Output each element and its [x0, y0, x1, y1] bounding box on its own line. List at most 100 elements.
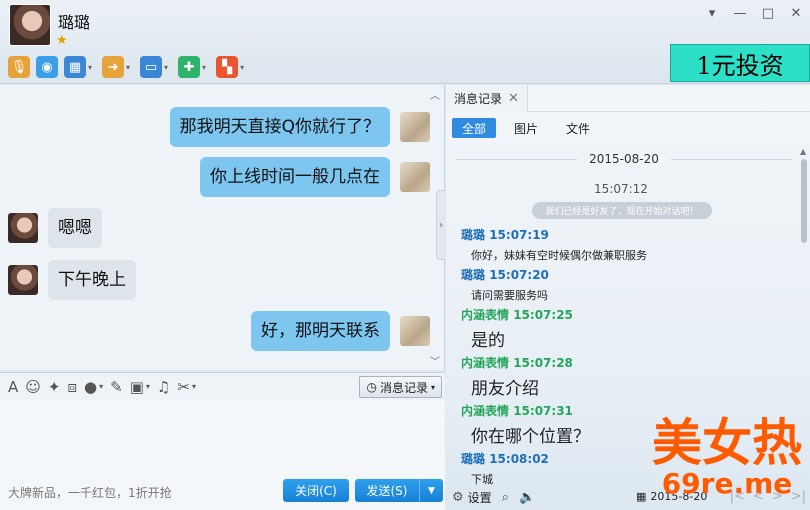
chevron-down-icon[interactable]: ▾ [126, 63, 130, 72]
system-message: 我们已经是好友了，现在开始对话吧！ [532, 202, 712, 219]
self-avatar[interactable] [400, 112, 430, 142]
tab-message-history[interactable]: 消息记录 ✕ [446, 85, 528, 112]
music-icon[interactable]: ♫ [157, 378, 170, 396]
screen-share-icon: ▭ [140, 56, 163, 78]
self-avatar[interactable] [400, 162, 430, 192]
tab-label: 消息记录 [454, 92, 503, 106]
voice-message-icon[interactable]: ● ▾ [84, 378, 103, 396]
history-entry: 内涵表情 15:07:25 是的 [461, 306, 573, 351]
send-button-label: 发送(S) [366, 484, 408, 498]
screen-share-button[interactable]: ▭ ▾ [140, 56, 172, 78]
sender-time: 15:07:19 [489, 228, 549, 242]
sender-time: 15:08:02 [489, 452, 549, 466]
sender-name: 璐璐 [461, 228, 486, 242]
chevron-down-icon[interactable]: ▾ [240, 63, 244, 72]
edit-icon[interactable]: ✎ [110, 378, 123, 396]
voice-call-button[interactable]: 🎙 [8, 56, 30, 78]
history-message: 是的 [471, 331, 505, 351]
magic-wand-icon[interactable]: ✦ [48, 378, 61, 396]
create-group-icon: ✚ [178, 56, 201, 78]
history-entry: 璐璐 15:07:19 你好，妹妹有空时候偶尔做兼职服务 [461, 226, 647, 263]
create-group-button[interactable]: ✚ ▾ [178, 56, 210, 78]
history-entry: 璐璐 15:07:20 请问需要服务吗 [461, 266, 549, 303]
message-input[interactable]: 大牌新品，一千红包，1折开抢 关闭(C) 发送(S) ▼ [0, 400, 445, 510]
video-call-icon: ◉ [36, 56, 58, 78]
contact-avatar-small[interactable] [8, 265, 38, 295]
app-center-button[interactable]: ▚ ▾ [216, 56, 248, 78]
dropdown-icon[interactable]: ▾ [704, 6, 720, 21]
scroll-thumb[interactable] [801, 159, 807, 243]
send-options-caret[interactable]: ▼ [419, 479, 443, 502]
contact-name[interactable]: 璐璐 [58, 9, 90, 33]
sender-name: 内涵表情 [461, 404, 510, 418]
history-message: 朋友介绍 [471, 379, 539, 399]
contact-avatar[interactable] [9, 4, 51, 46]
history-entry: 璐璐 15:08:02 下城 [461, 450, 549, 487]
window-controls: ▾ — □ ✕ [704, 6, 804, 21]
ad-banner[interactable]: 1元投资 [670, 44, 810, 82]
contact-avatar-small[interactable] [8, 213, 38, 243]
sender-name: 璐璐 [461, 268, 486, 282]
message-bubble[interactable]: 你上线时间一般几点在 [200, 157, 390, 197]
watermark-domain: 69re.me [661, 467, 793, 500]
message-history-label: 消息记录 [379, 380, 428, 395]
voice-call-icon: 🎙 [8, 56, 30, 78]
font-icon[interactable]: A [8, 378, 18, 396]
settings-label: 设置 [467, 491, 492, 505]
image-icon[interactable]: ▣ ▾ [130, 378, 150, 396]
footer-promo-link[interactable]: 大牌新品，一千红包，1折开抢 [8, 484, 172, 501]
history-date: 2015-08-20 [589, 152, 659, 166]
sender-name: 内涵表情 [461, 308, 510, 322]
settings-button[interactable]: ⚙ 设置 [452, 489, 492, 506]
message-bubble[interactable]: 那我明天直接Q你就行了？ [169, 107, 390, 147]
send-file-button[interactable]: ➜ ▾ [102, 56, 134, 78]
search-icon[interactable]: ⌕ [502, 490, 509, 505]
chevron-down-icon[interactable]: ▾ [164, 63, 168, 72]
screenshot-icon[interactable]: ✂ ▾ [177, 378, 196, 396]
message-row: 下午晚上 [8, 260, 136, 300]
sender-name: 璐璐 [461, 452, 486, 466]
history-tabbar: 消息记录 ✕ [446, 85, 810, 112]
message-bubble[interactable]: 嗯嗯 [48, 208, 102, 248]
history-message: 请问需要服务吗 [471, 289, 548, 302]
gear-icon: ⚙ [452, 490, 464, 505]
filter-images[interactable]: 图片 [504, 118, 548, 138]
minimize-icon[interactable]: — [732, 6, 748, 21]
message-history-button[interactable]: ◷ 消息记录 ▾ [359, 376, 442, 398]
message-bubble[interactable]: 好，那明天联系 [251, 311, 390, 351]
message-area: ︿ 那我明天直接Q你就行了？ 你上线时间一般几点在 嗯嗯 下午晚上 好，那明天联… [0, 85, 445, 370]
sender-name: 内涵表情 [461, 356, 510, 370]
video-call-button[interactable]: ◉ [36, 56, 58, 78]
scroll-up-icon[interactable]: ▲ [800, 147, 806, 156]
send-button[interactable]: 发送(S) ▼ [355, 479, 443, 502]
close-button[interactable]: 关闭(C) [283, 479, 349, 502]
emoji-icon[interactable]: ☺ [25, 378, 41, 396]
shake-icon[interactable]: ⧈ [67, 378, 77, 396]
message-row: 好，那明天联系 [251, 311, 430, 351]
input-toolbar: A ☺ ✦ ⧈ ● ▾ ✎ ▣ ▾ ♫ ✂ ▾ ◷ 消息记录 ▾ [0, 372, 445, 400]
history-message: 你好，妹妹有空时候偶尔做兼职服务 [471, 249, 647, 262]
message-bubble[interactable]: 下午晚上 [48, 260, 136, 300]
chevron-down-icon[interactable]: ▾ [202, 63, 206, 72]
clock-icon: ◷ [366, 380, 377, 394]
scroll-down-icon[interactable]: ﹀ [430, 353, 440, 368]
close-icon[interactable]: ✕ [508, 91, 519, 106]
chat-window-header: 璐璐 ★ ▾ — □ ✕ 🎙 ◉ ▦ ▾ ➜ ▾ ▭ ▾ ✚ ▾ ▚ ▾ 1元投资 [0, 0, 810, 84]
history-message: 你在哪个位置？ [471, 427, 590, 447]
panel-toggle-handle[interactable]: › [436, 190, 445, 260]
history-time: 15:07:12 [594, 182, 648, 196]
close-icon[interactable]: ✕ [788, 6, 804, 21]
remote-desktop-button[interactable]: ▦ ▾ [64, 56, 96, 78]
filter-files[interactable]: 文件 [556, 118, 600, 138]
send-file-icon: ➜ [102, 56, 125, 78]
speaker-icon[interactable]: 🔈 [519, 490, 535, 505]
filter-all[interactable]: 全部 [452, 118, 497, 138]
chevron-down-icon[interactable]: ▾ [88, 63, 92, 72]
app-center-icon: ▚ [216, 56, 239, 78]
maximize-icon[interactable]: □ [760, 6, 776, 21]
self-avatar[interactable] [400, 316, 430, 346]
scroll-up-icon[interactable]: ︿ [430, 87, 440, 102]
message-row: 你上线时间一般几点在 [200, 157, 430, 197]
sender-time: 15:07:25 [513, 308, 573, 322]
remote-desktop-icon: ▦ [64, 56, 86, 78]
